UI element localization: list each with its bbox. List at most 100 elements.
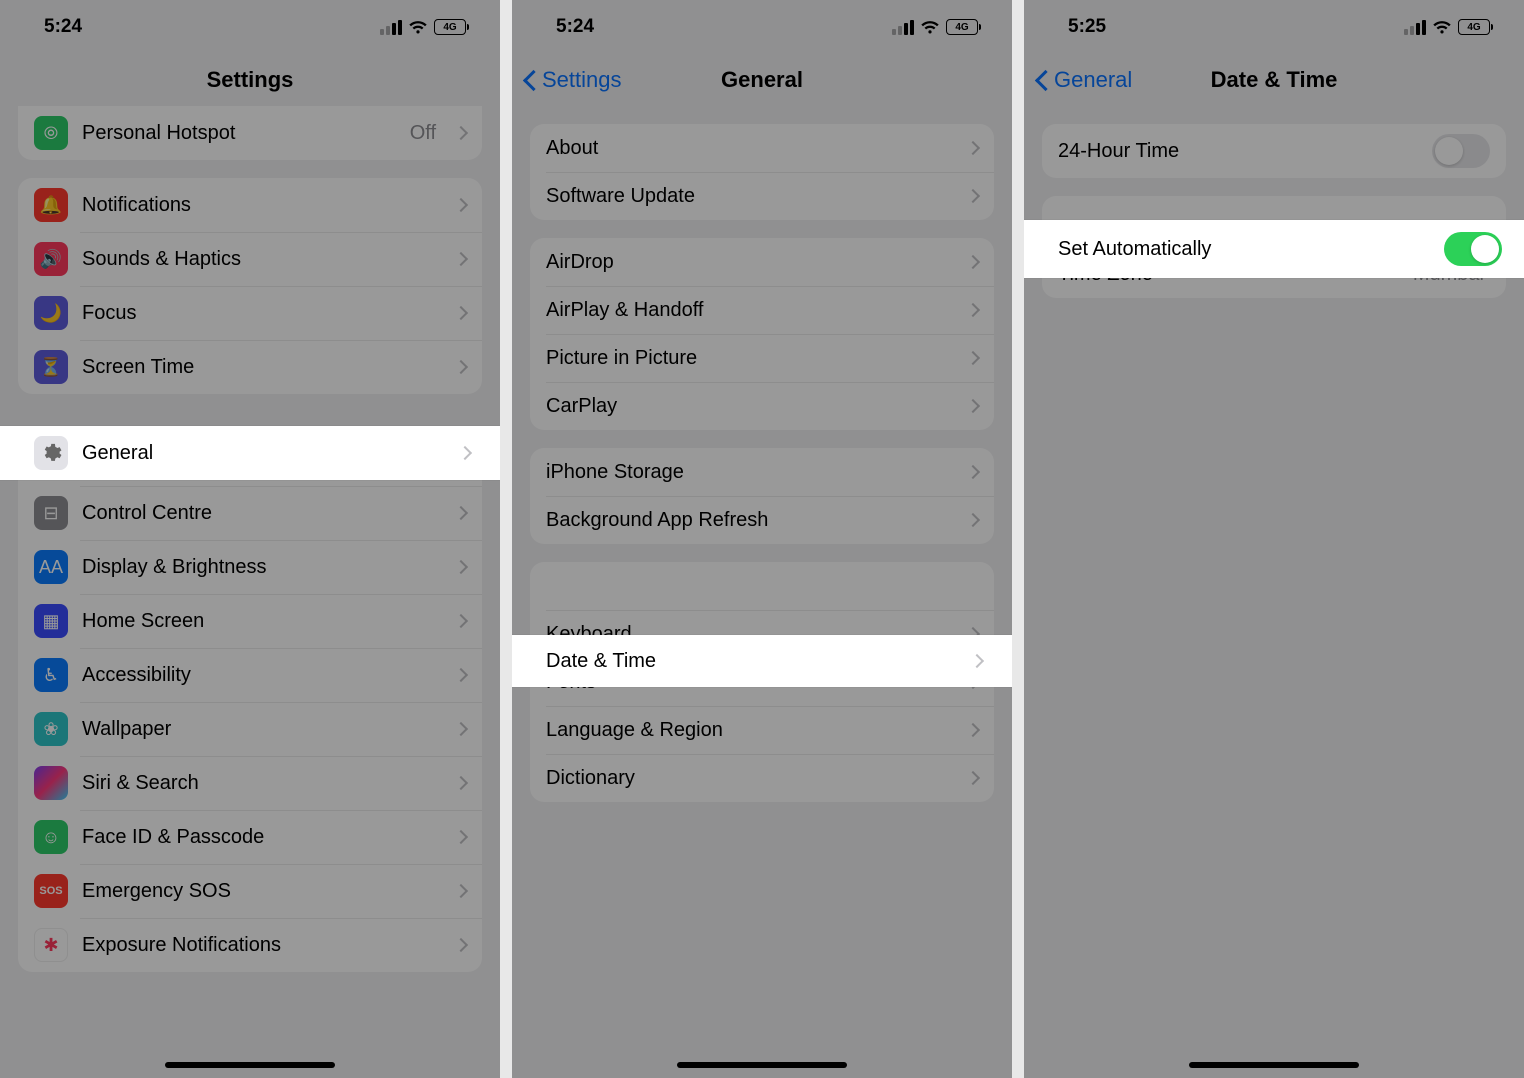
row-emergency-sos[interactable]: SOS Emergency SOS bbox=[18, 864, 482, 918]
cellular-signal-icon bbox=[892, 20, 914, 35]
row-label: Dictionary bbox=[546, 767, 954, 790]
home-indicator[interactable] bbox=[1189, 1062, 1359, 1068]
chevron-right-icon bbox=[966, 189, 980, 203]
chevron-left-icon bbox=[526, 69, 540, 91]
status-bar: 5:24 4G bbox=[512, 0, 1012, 54]
row-label: AirPlay & Handoff bbox=[546, 299, 954, 322]
chevron-right-icon bbox=[458, 446, 472, 460]
row-home-screen[interactable]: ▦ Home Screen bbox=[18, 594, 482, 648]
home-screen-icon: ▦ bbox=[34, 604, 68, 638]
chevron-right-icon bbox=[454, 306, 468, 320]
row-set-automatically[interactable]: Set Automatically bbox=[1024, 220, 1524, 278]
row-sounds-haptics[interactable]: 🔊 Sounds & Haptics bbox=[18, 232, 482, 286]
row-label: Face ID & Passcode bbox=[82, 826, 442, 849]
status-bar: 5:25 4G bbox=[1024, 0, 1524, 54]
chevron-right-icon bbox=[966, 141, 980, 155]
chevron-left-icon bbox=[1038, 69, 1052, 91]
back-button[interactable]: General bbox=[1038, 67, 1132, 93]
display-icon: AA bbox=[34, 550, 68, 584]
chevron-right-icon bbox=[454, 722, 468, 736]
hotspot-icon: ⦾ bbox=[34, 116, 68, 150]
row-siri-search[interactable]: Siri & Search bbox=[18, 756, 482, 810]
gear-icon bbox=[34, 436, 68, 470]
row-exposure-notifications[interactable]: ✱ Exposure Notifications bbox=[18, 918, 482, 972]
status-bar: 5:24 4G bbox=[0, 0, 500, 54]
cellular-signal-icon bbox=[1404, 20, 1426, 35]
chevron-right-icon bbox=[970, 654, 984, 668]
chevron-right-icon bbox=[966, 255, 980, 269]
home-indicator[interactable] bbox=[165, 1062, 335, 1068]
row-24-hour-time[interactable]: 24-Hour Time bbox=[1042, 124, 1506, 178]
status-time: 5:24 bbox=[44, 16, 82, 38]
row-notifications[interactable]: 🔔 Notifications bbox=[18, 178, 482, 232]
chevron-right-icon bbox=[966, 513, 980, 527]
row-control-centre[interactable]: ⊟ Control Centre bbox=[18, 486, 482, 540]
row-focus[interactable]: 🌙 Focus bbox=[18, 286, 482, 340]
row-display-brightness[interactable]: AA Display & Brightness bbox=[18, 540, 482, 594]
row-label: Home Screen bbox=[82, 610, 442, 633]
row-iphone-storage[interactable]: iPhone Storage bbox=[530, 448, 994, 496]
back-label: General bbox=[1054, 67, 1132, 93]
row-language-region[interactable]: Language & Region bbox=[530, 706, 994, 754]
status-time: 5:24 bbox=[556, 16, 594, 38]
row-date-time[interactable]: Date & Time bbox=[512, 635, 1012, 687]
row-label: Display & Brightness bbox=[82, 556, 442, 579]
nav-header: Settings General bbox=[512, 54, 1012, 106]
toggle-set-automatically[interactable] bbox=[1444, 232, 1502, 266]
siri-icon bbox=[34, 766, 68, 800]
panel-date-time: 5:25 4G General Date & Time 24-Hour Time… bbox=[1024, 0, 1524, 1078]
settings-list[interactable]: ⦾ Personal Hotspot Off 🔔 Notifications 🔊… bbox=[0, 106, 500, 1032]
screen-time-icon: ⏳ bbox=[34, 350, 68, 384]
row-label: iPhone Storage bbox=[546, 461, 954, 484]
chevron-right-icon bbox=[454, 668, 468, 682]
row-general[interactable]: General bbox=[0, 426, 500, 480]
cellular-signal-icon bbox=[380, 20, 402, 35]
row-picture-in-picture[interactable]: Picture in Picture bbox=[530, 334, 994, 382]
row-accessibility[interactable]: ♿︎ Accessibility bbox=[18, 648, 482, 702]
page-title: Settings bbox=[207, 67, 294, 93]
chevron-right-icon bbox=[454, 560, 468, 574]
row-personal-hotspot[interactable]: ⦾ Personal Hotspot Off bbox=[18, 106, 482, 160]
row-label: 24-Hour Time bbox=[1058, 140, 1418, 163]
page-title: General bbox=[721, 67, 803, 93]
row-label: Background App Refresh bbox=[546, 509, 954, 532]
nav-header: Settings bbox=[0, 54, 500, 106]
sounds-icon: 🔊 bbox=[34, 242, 68, 276]
row-airplay-handoff[interactable]: AirPlay & Handoff bbox=[530, 286, 994, 334]
row-face-id[interactable]: ☺︎ Face ID & Passcode bbox=[18, 810, 482, 864]
row-label: CarPlay bbox=[546, 395, 954, 418]
row-label: General bbox=[82, 442, 446, 465]
panel-general: 5:24 4G Settings General About Software … bbox=[512, 0, 1012, 1078]
chevron-right-icon bbox=[454, 614, 468, 628]
home-indicator[interactable] bbox=[677, 1062, 847, 1068]
chevron-right-icon bbox=[966, 399, 980, 413]
row-screen-time[interactable]: ⏳ Screen Time bbox=[18, 340, 482, 394]
status-time: 5:25 bbox=[1068, 16, 1106, 38]
row-label: Sounds & Haptics bbox=[82, 248, 442, 271]
status-right: 4G bbox=[380, 19, 466, 35]
focus-icon: 🌙 bbox=[34, 296, 68, 330]
row-label: About bbox=[546, 137, 954, 160]
row-label: AirDrop bbox=[546, 251, 954, 274]
chevron-right-icon bbox=[454, 252, 468, 266]
row-software-update[interactable]: Software Update bbox=[530, 172, 994, 220]
row-airdrop[interactable]: AirDrop bbox=[530, 238, 994, 286]
control-centre-icon: ⊟ bbox=[34, 496, 68, 530]
battery-icon: 4G bbox=[434, 19, 466, 35]
row-label: Control Centre bbox=[82, 502, 442, 525]
chevron-right-icon bbox=[966, 771, 980, 785]
row-about[interactable]: About bbox=[530, 124, 994, 172]
row-dictionary[interactable]: Dictionary bbox=[530, 754, 994, 802]
general-list[interactable]: About Software Update AirDrop AirPlay & … bbox=[512, 124, 1012, 862]
row-label: Siri & Search bbox=[82, 772, 442, 795]
panel-settings: 5:24 4G Settings ⦾ Personal Hotspot Off … bbox=[0, 0, 500, 1078]
row-label: Language & Region bbox=[546, 719, 954, 742]
row-carplay[interactable]: CarPlay bbox=[530, 382, 994, 430]
exposure-icon: ✱ bbox=[34, 928, 68, 962]
face-id-icon: ☺︎ bbox=[34, 820, 68, 854]
back-button[interactable]: Settings bbox=[526, 67, 622, 93]
chevron-right-icon bbox=[454, 830, 468, 844]
row-wallpaper[interactable]: ❀ Wallpaper bbox=[18, 702, 482, 756]
toggle-24-hour[interactable] bbox=[1432, 134, 1490, 168]
row-background-app-refresh[interactable]: Background App Refresh bbox=[530, 496, 994, 544]
